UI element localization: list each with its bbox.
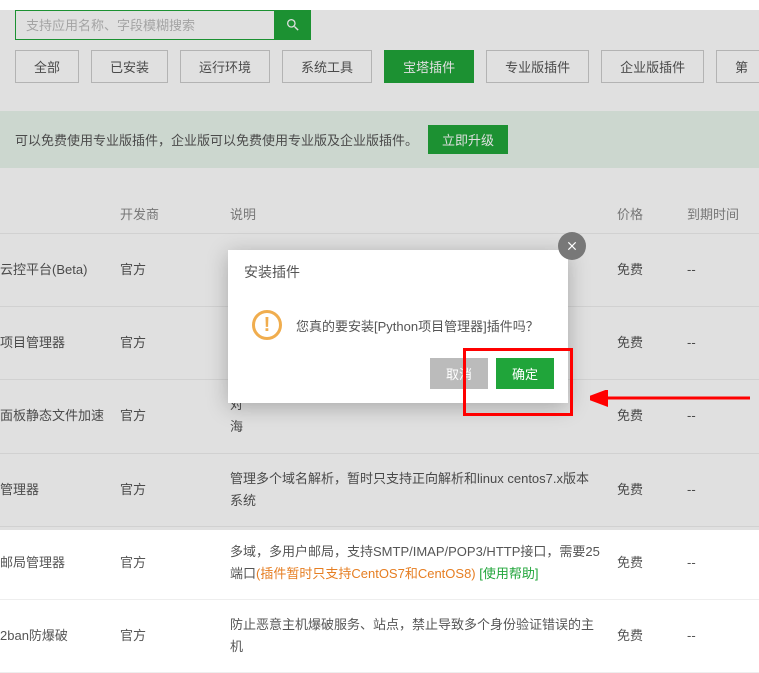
table-row[interactable]: 2ban防爆破 官方 防止恶意主机爆破服务、站点，禁止导致多个身份验证错误的主机… [0, 599, 759, 672]
close-button[interactable] [558, 232, 586, 260]
table-row[interactable]: 管理器 官方 管理多个域名解析，暂时只支持正向解析和linux centos7.… [0, 453, 759, 526]
tab-pro-plugin[interactable]: 专业版插件 [486, 50, 589, 83]
compat-note: (插件暂时只支持CentOS7和CentOS8) [256, 566, 476, 581]
close-icon [565, 239, 579, 253]
col-vendor: 开发商 [112, 194, 222, 234]
tab-systools[interactable]: 系统工具 [282, 50, 372, 83]
tab-more[interactable]: 第 [716, 50, 759, 83]
install-modal: 安装插件 ! 您真的要安装[Python项目管理器]插件吗？ 取消 确定 [228, 250, 568, 403]
tab-bar: 全部 已安装 运行环境 系统工具 宝塔插件 专业版插件 企业版插件 第 [15, 50, 744, 83]
search-input[interactable] [15, 10, 275, 40]
banner-text: 可以免费使用专业版插件，企业版可以免费使用专业版及企业版插件。 [15, 130, 418, 149]
tab-runtime[interactable]: 运行环境 [180, 50, 270, 83]
col-price: 价格 [609, 194, 679, 234]
col-desc: 说明 [222, 194, 609, 234]
search-icon [285, 17, 301, 33]
ok-button[interactable]: 确定 [496, 358, 554, 389]
tab-bt-plugin[interactable]: 宝塔插件 [384, 50, 474, 83]
search-button[interactable] [275, 10, 311, 40]
tab-installed[interactable]: 已安装 [91, 50, 168, 83]
cancel-button[interactable]: 取消 [430, 358, 488, 389]
promo-banner: 可以免费使用专业版插件，企业版可以免费使用专业版及企业版插件。 立即升级 [0, 111, 759, 168]
help-link[interactable]: [使用帮助] [479, 566, 538, 581]
col-name [0, 194, 112, 234]
col-expire: 到期时间 [679, 194, 759, 234]
upgrade-button[interactable]: 立即升级 [428, 125, 508, 154]
tab-ent-plugin[interactable]: 企业版插件 [601, 50, 704, 83]
tab-all[interactable]: 全部 [15, 50, 79, 83]
warning-icon: ! [252, 310, 282, 340]
table-row[interactable]: 邮局管理器 官方 多域，多用户邮局，支持SMTP/IMAP/POP3/HTTP接… [0, 526, 759, 599]
modal-message: 您真的要安装[Python项目管理器]插件吗？ [296, 316, 539, 335]
modal-title: 安装插件 [228, 250, 568, 294]
